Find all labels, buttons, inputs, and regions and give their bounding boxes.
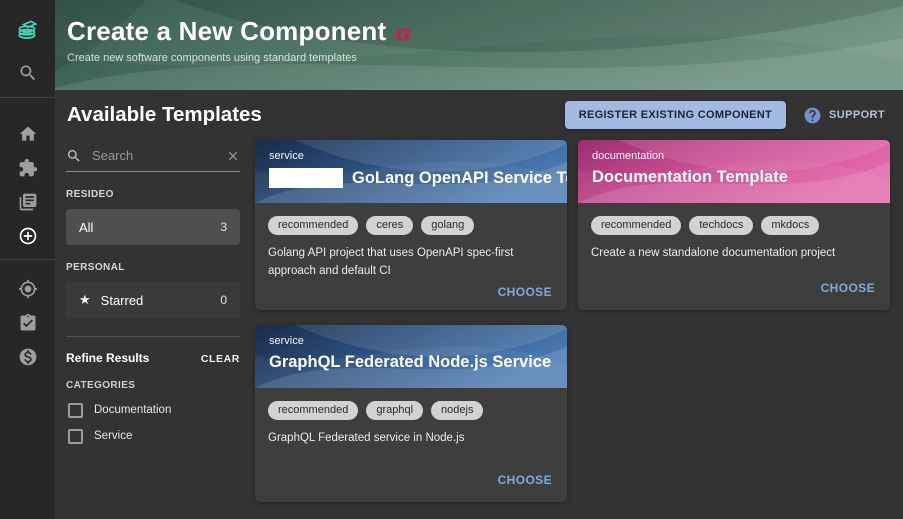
star-icon: ★: [79, 292, 91, 307]
template-card-documentation: documentation Documentation Template rec…: [578, 140, 890, 310]
template-description: Golang API project that uses OpenAPI spe…: [268, 247, 514, 277]
app-window: Create a New Component α Create new soft…: [0, 0, 903, 519]
section-heading: Available Templates: [67, 103, 262, 126]
card-header: documentation Documentation Template: [578, 140, 890, 203]
tag-list: recommended ceres golang: [268, 216, 554, 235]
search-icon: [20, 65, 35, 81]
template-title: GoLang OpenAPI Service Template: [352, 168, 567, 187]
logo-stack-icon: [17, 20, 37, 39]
filter-item-count: 0: [220, 293, 227, 307]
card-footer: CHOOSE: [255, 469, 567, 502]
filter-item-label: All: [79, 219, 94, 235]
sidebar: [0, 0, 55, 519]
card-header: service GoLang OpenAPI Service Template: [255, 140, 567, 203]
tag-chip: golang: [421, 216, 475, 235]
template-type: documentation: [592, 150, 665, 162]
tag-chip: graphql: [366, 401, 424, 420]
filter-group-label: PERSONAL: [66, 262, 125, 273]
card-footer: CHOOSE: [578, 277, 890, 310]
filter-group-label: RESIDEO: [66, 189, 114, 200]
filter-panel: RESIDEO All 3 PERSONAL ★ Starred 0 Refin…: [66, 147, 240, 449]
category-checkbox-documentation[interactable]: Documentation: [68, 397, 240, 423]
support-button[interactable]: SUPPORT: [803, 106, 885, 125]
template-title: Documentation Template: [592, 168, 788, 186]
choose-button[interactable]: CHOOSE: [819, 277, 877, 299]
sidebar-item-cost[interactable]: [0, 344, 55, 370]
create-plus-circle-icon: [19, 227, 36, 245]
audit-clipboard-check-icon: [20, 313, 35, 331]
choose-button[interactable]: CHOOSE: [496, 469, 554, 491]
template-title: GraphQL Federated Node.js Service: [269, 353, 552, 371]
category-checkbox-service[interactable]: Service: [68, 423, 240, 449]
card-body: recommended graphql nodejs GraphQL Feder…: [255, 388, 567, 469]
template-type: service: [269, 150, 304, 162]
extensions-puzzle-icon: [19, 158, 37, 177]
sidebar-divider: [0, 97, 55, 98]
checkbox-label: Service: [94, 430, 133, 442]
page-title: Create a New Component: [67, 16, 387, 46]
locate-target-icon: [18, 279, 37, 299]
card-header: service GraphQL Federated Node.js Servic…: [255, 325, 567, 388]
checkbox-label: Documentation: [94, 404, 172, 416]
template-grid: service GoLang OpenAPI Service Template …: [255, 140, 891, 502]
register-existing-component-button[interactable]: REGISTER EXISTING COMPONENT: [564, 101, 787, 129]
search-icon: [68, 149, 80, 162]
support-label: SUPPORT: [829, 109, 885, 121]
help-question-icon: [804, 107, 821, 123]
sidebar-divider: [0, 259, 55, 260]
sidebar-item-docs[interactable]: [0, 189, 55, 215]
checkbox-icon: [68, 428, 83, 444]
tag-chip: nodejs: [431, 401, 484, 420]
docs-library-icon: [19, 193, 36, 211]
tag-chip: techdocs: [689, 216, 754, 235]
home-icon: [19, 126, 36, 141]
card-body: recommended techdocs mkdocs Create a new…: [578, 203, 890, 277]
page-header: Create a New Component α Create new soft…: [55, 0, 903, 90]
clear-filters-button[interactable]: CLEAR: [201, 353, 240, 365]
categories-label: CATEGORIES: [66, 380, 136, 391]
clear-search-icon[interactable]: [226, 149, 240, 163]
tag-chip: mkdocs: [761, 216, 820, 235]
search-input[interactable]: [90, 147, 218, 164]
page-subtitle: Create new software components using sta…: [67, 52, 357, 64]
filter-item-count: 3: [220, 220, 227, 234]
template-card-graphql-nodejs: service GraphQL Federated Node.js Servic…: [255, 325, 567, 502]
tag-chip: recommended: [591, 216, 682, 235]
tag-list: recommended techdocs mkdocs: [591, 216, 877, 235]
tag-chip: ceres: [366, 216, 414, 235]
sidebar-item-home[interactable]: [0, 121, 55, 147]
filter-item-label: Starred: [100, 292, 144, 308]
tag-chip: recommended: [268, 216, 359, 235]
template-card-golang-openapi: service GoLang OpenAPI Service Template …: [255, 140, 567, 310]
sidebar-item-extensions[interactable]: [0, 155, 55, 181]
tag-chip: recommended: [268, 401, 359, 420]
alpha-badge: α: [395, 20, 413, 46]
template-type: service: [269, 335, 304, 347]
choose-button[interactable]: CHOOSE: [496, 281, 554, 303]
panel-divider: [66, 336, 240, 337]
sidebar-search[interactable]: [0, 60, 55, 86]
sidebar-item-locate[interactable]: [0, 276, 55, 302]
sidebar-item-create[interactable]: [0, 223, 55, 249]
content-toolbar: Available Templates REGISTER EXISTING CO…: [55, 90, 903, 140]
refine-results-title: Refine Results: [66, 351, 150, 365]
template-description: Create a new standalone documentation pr…: [591, 247, 836, 259]
app-logo[interactable]: [0, 17, 55, 43]
template-logo-placeholder: [269, 168, 343, 188]
filter-item-all[interactable]: All 3: [66, 209, 240, 245]
template-search: [66, 147, 240, 172]
tag-list: recommended graphql nodejs: [268, 401, 554, 420]
template-description: GraphQL Federated service in Node.js: [268, 432, 465, 444]
cost-dollar-icon: [19, 348, 36, 366]
sidebar-item-audit[interactable]: [0, 310, 55, 336]
card-body: recommended ceres golang Golang API proj…: [255, 203, 567, 281]
card-footer: CHOOSE: [255, 281, 567, 310]
filter-item-starred[interactable]: ★ Starred 0: [66, 282, 240, 318]
checkbox-icon: [68, 402, 83, 418]
